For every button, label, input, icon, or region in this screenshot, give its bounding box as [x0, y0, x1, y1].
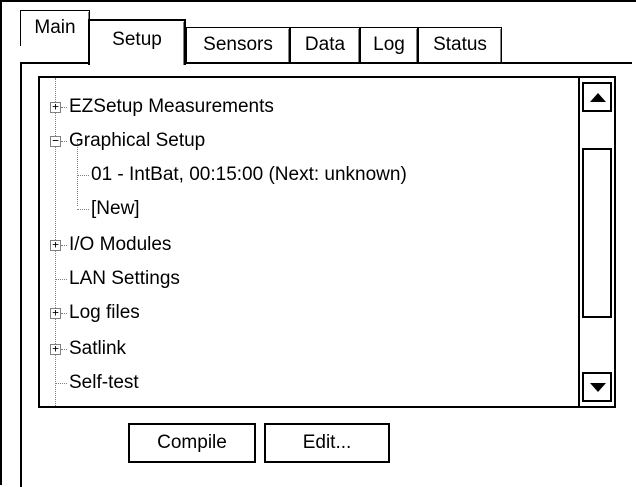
- tree-connector: [77, 209, 89, 210]
- tree-content: + EZSetup Measurements − Graphical Setup…: [40, 78, 576, 406]
- tab-main[interactable]: Main: [20, 10, 90, 46]
- tree-connector: [55, 279, 67, 280]
- tree-connector: [61, 349, 67, 350]
- collapse-minus-icon[interactable]: −: [50, 135, 61, 147]
- tab-log-label: Log: [373, 34, 405, 55]
- tab-setup-label: Setup: [112, 29, 162, 50]
- tree-item-label: Satlink: [69, 338, 127, 359]
- tab-log[interactable]: Log: [360, 27, 418, 63]
- tree-connector: [61, 107, 67, 108]
- expand-plus-icon[interactable]: +: [50, 343, 61, 355]
- tree-item-label: Graphical Setup: [69, 130, 206, 151]
- scroll-up-button[interactable]: [582, 82, 612, 112]
- expand-plus-icon[interactable]: +: [50, 101, 61, 113]
- tab-status-label: Status: [433, 34, 487, 55]
- tree-connector: [61, 245, 67, 246]
- tree-item-label: Self-test: [69, 372, 139, 393]
- tree-item-label: 01 - IntBat, 00:15:00 (Next: unknown): [91, 164, 407, 185]
- tab-sensors-label: Sensors: [203, 34, 273, 55]
- expand-plus-icon[interactable]: +: [50, 239, 61, 251]
- tree-item-label: [New]: [91, 198, 140, 219]
- tree-connector: [61, 313, 67, 314]
- tree-scrollbar[interactable]: [578, 76, 616, 408]
- scroll-up-arrow-icon: [590, 93, 606, 102]
- tab-main-label: Main: [34, 17, 76, 38]
- edit-button[interactable]: Edit...: [264, 423, 390, 463]
- panel-left-edge: [20, 62, 22, 487]
- expand-plus-icon[interactable]: +: [50, 307, 61, 319]
- tab-setup[interactable]: Setup: [88, 19, 186, 65]
- scroll-down-button[interactable]: [582, 372, 612, 402]
- tree-item-label: EZSetup Measurements: [69, 96, 274, 117]
- tree-item-label: Log files: [69, 302, 140, 323]
- compile-button-label: Compile: [157, 432, 227, 453]
- compile-button[interactable]: Compile: [128, 423, 256, 463]
- scroll-down-arrow-icon: [590, 383, 606, 392]
- tree-connector: [55, 383, 67, 384]
- tree-item-label: I/O Modules: [69, 234, 172, 255]
- tab-data-label: Data: [304, 34, 346, 55]
- edit-button-label: Edit...: [302, 432, 352, 453]
- tree-connector: [77, 175, 89, 176]
- scroll-thumb[interactable]: [582, 148, 612, 318]
- tab-sensors[interactable]: Sensors: [186, 27, 290, 63]
- setup-tree-view[interactable]: + EZSetup Measurements − Graphical Setup…: [38, 76, 616, 408]
- tab-data[interactable]: Data: [290, 27, 360, 63]
- setup-window: Main Setup Sensors Data Log Status + EZS…: [0, 0, 636, 487]
- tree-item-label: LAN Settings: [69, 268, 180, 289]
- tree-connector: [61, 141, 67, 142]
- tab-status[interactable]: Status: [418, 27, 502, 63]
